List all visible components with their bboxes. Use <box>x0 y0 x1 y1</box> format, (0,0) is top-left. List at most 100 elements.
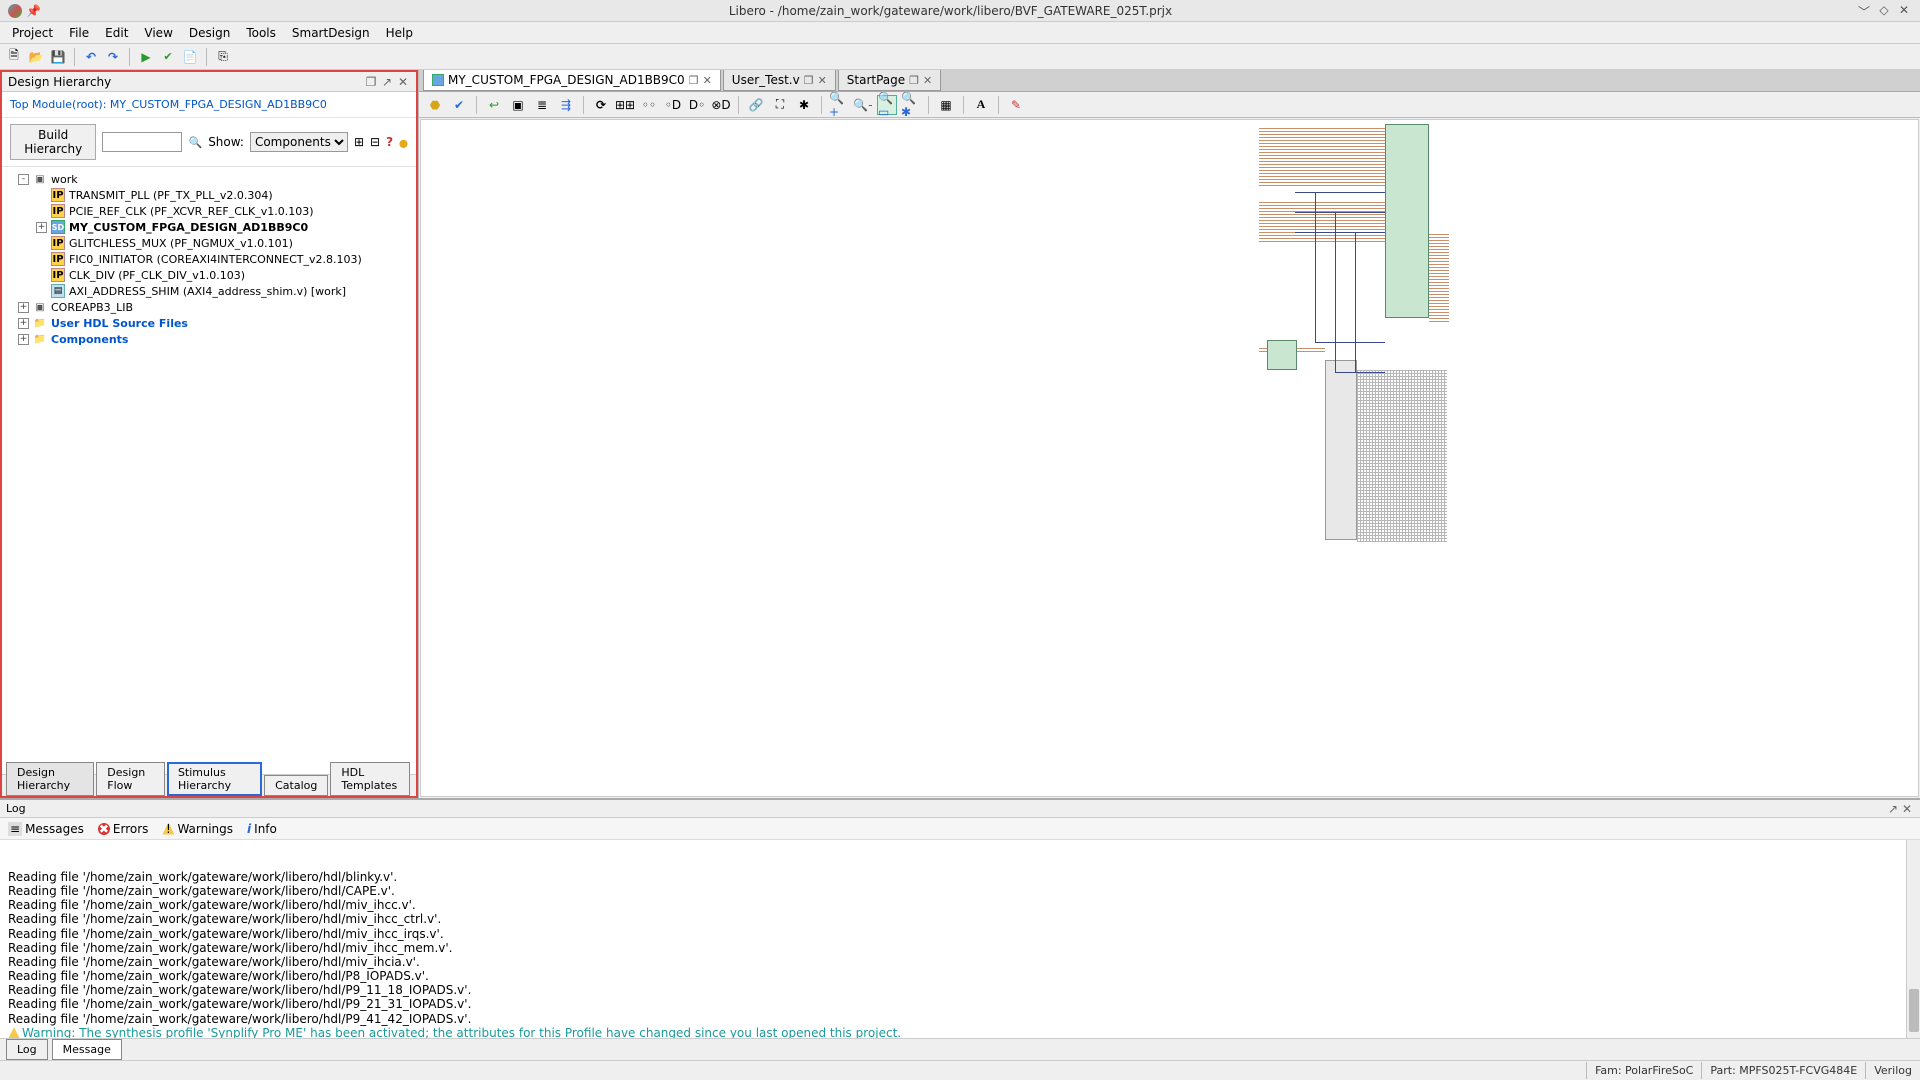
link-icon[interactable]: 🔗 <box>746 95 766 115</box>
net-icon[interactable]: ◦◦ <box>639 95 659 115</box>
filter-info[interactable]: Info <box>247 822 277 836</box>
tree-row[interactable]: -▣work <box>6 171 412 187</box>
menu-edit[interactable]: Edit <box>97 23 136 43</box>
separator <box>963 96 964 114</box>
tree-row[interactable]: IPPCIE_REF_CLK (PF_XCVR_REF_CLK_v1.0.103… <box>6 203 412 219</box>
component-icon[interactable]: ▣ <box>508 95 528 115</box>
generate-icon[interactable]: ⬣ <box>425 95 445 115</box>
redo-icon[interactable] <box>103 47 123 67</box>
menu-project[interactable]: Project <box>4 23 61 43</box>
folder-icon: 📁 <box>33 332 47 346</box>
search-icon[interactable] <box>188 135 202 149</box>
show-select[interactable]: Components <box>250 132 348 152</box>
new-icon[interactable] <box>4 47 24 67</box>
tree-toggle-icon[interactable]: + <box>18 302 29 313</box>
bus-icon[interactable]: ◦D <box>663 95 683 115</box>
menu-smartdesign[interactable]: SmartDesign <box>284 23 378 43</box>
maximize-button[interactable]: ◇ <box>1876 3 1892 19</box>
menu-view[interactable]: View <box>136 23 180 43</box>
separator <box>998 96 999 114</box>
run-icon[interactable] <box>136 47 156 67</box>
check-icon[interactable] <box>158 47 178 67</box>
refresh-icon[interactable] <box>591 95 611 115</box>
log-tab-message[interactable]: Message <box>52 1039 122 1060</box>
collapse-all-icon[interactable] <box>370 135 380 149</box>
diffport-icon[interactable]: ⊗D <box>711 95 731 115</box>
port-icon[interactable]: D◦ <box>687 95 707 115</box>
panel-restore-icon[interactable]: ❐ <box>364 75 378 89</box>
tree-row[interactable]: +SDMY_CUSTOM_FPGA_DESIGN_AD1BB9C0 <box>6 219 412 235</box>
tree-row[interactable]: ▤AXI_ADDRESS_SHIM (AXI4_address_shim.v) … <box>6 283 412 299</box>
validate-icon[interactable]: ✔ <box>449 95 469 115</box>
tree-row[interactable]: IPTRANSMIT_PLL (PF_TX_PLL_v2.0.304) <box>6 187 412 203</box>
open-icon[interactable] <box>26 47 46 67</box>
tab-catalog[interactable]: Catalog <box>264 775 328 796</box>
tree-row[interactable]: IPCLK_DIV (PF_CLK_DIV_v1.0.103) <box>6 267 412 283</box>
tree-row[interactable]: +▣COREAPB3_LIB <box>6 299 412 315</box>
tab-stimulus-hierarchy[interactable]: Stimulus Hierarchy <box>167 762 262 796</box>
panel-close-icon[interactable]: ✕ <box>396 75 410 89</box>
log-tab-log[interactable]: Log <box>6 1039 48 1060</box>
filter-icon[interactable] <box>399 135 408 149</box>
undo-icon[interactable] <box>81 47 101 67</box>
tab-close-icon[interactable]: ✕ <box>818 74 827 87</box>
hierarchy-search-input[interactable] <box>102 132 182 152</box>
text-icon[interactable] <box>971 95 991 115</box>
tree-toggle-icon[interactable]: - <box>18 174 29 185</box>
hierarchy-tree[interactable]: -▣workIPTRANSMIT_PLL (PF_TX_PLL_v2.0.304… <box>2 167 416 774</box>
menu-file[interactable]: File <box>61 23 97 43</box>
zoom-in-icon[interactable]: 🔍+ <box>829 95 849 115</box>
tree-row[interactable]: +📁Components <box>6 331 412 347</box>
filter-errors[interactable]: Errors <box>98 822 149 836</box>
ports-icon[interactable]: ⇶ <box>556 95 576 115</box>
autoconnect-icon[interactable]: ⊞⊞ <box>615 95 635 115</box>
tab-restore-icon[interactable]: ❐ <box>689 74 699 87</box>
canvas-tab-startpage[interactable]: StartPage ❐ ✕ <box>838 70 941 91</box>
tab-restore-icon[interactable]: ❐ <box>909 74 919 87</box>
zoom-region-icon[interactable]: 🔍▭ <box>877 95 897 115</box>
delete-icon[interactable]: ✎ <box>1006 95 1026 115</box>
tab-design-hierarchy[interactable]: Design Hierarchy <box>6 762 94 796</box>
zoom-fit-icon[interactable]: 🔍✱ <box>901 95 921 115</box>
tab-close-icon[interactable]: ✕ <box>703 74 712 87</box>
fit-icon[interactable] <box>770 95 790 115</box>
build-hierarchy-button[interactable]: Build Hierarchy <box>10 124 96 160</box>
collapse-icon[interactable]: ✱ <box>794 95 814 115</box>
tree-row[interactable]: IPGLITCHLESS_MUX (PF_NGMUX_v1.0.101) <box>6 235 412 251</box>
tree-toggle-icon[interactable]: + <box>18 318 29 329</box>
help-icon[interactable] <box>386 135 393 149</box>
menu-tools[interactable]: Tools <box>238 23 284 43</box>
log-scrollbar[interactable] <box>1906 840 1920 1038</box>
launch-icon[interactable] <box>213 47 233 67</box>
canvas-tab-design[interactable]: MY_CUSTOM_FPGA_DESIGN_AD1BB9C0 ❐ ✕ <box>423 70 721 91</box>
log-undock-icon[interactable]: ↗ <box>1886 802 1900 816</box>
hierarchy-icon[interactable]: ≣ <box>532 95 552 115</box>
tree-toggle-icon[interactable]: + <box>36 222 47 233</box>
minimize-button[interactable]: ﹀ <box>1856 3 1872 19</box>
tab-close-icon[interactable]: ✕ <box>923 74 932 87</box>
canvas-tab-usertest[interactable]: User_Test.v ❐ ✕ <box>723 70 836 91</box>
expand-all-icon[interactable] <box>354 135 364 149</box>
zoom-out-icon[interactable]: 🔍- <box>853 95 873 115</box>
menu-help[interactable]: Help <box>378 23 421 43</box>
filter-messages[interactable]: Messages <box>8 822 84 836</box>
tree-row[interactable]: +📁User HDL Source Files <box>6 315 412 331</box>
menu-design[interactable]: Design <box>181 23 238 43</box>
status-family: Fam: PolarFireSoC <box>1586 1062 1701 1079</box>
tab-hdl-templates[interactable]: HDL Templates <box>330 762 410 796</box>
back-icon[interactable]: ↩ <box>484 95 504 115</box>
tree-toggle-icon[interactable]: + <box>18 334 29 345</box>
tree-row[interactable]: IPFIC0_INITIATOR (COREAXI4INTERCONNECT_v… <box>6 251 412 267</box>
save-icon[interactable] <box>48 47 68 67</box>
log-close-icon[interactable]: ✕ <box>1900 802 1914 816</box>
pin-icon[interactable]: 📌 <box>26 4 41 18</box>
grid-icon[interactable] <box>936 95 956 115</box>
tab-design-flow[interactable]: Design Flow <box>96 762 165 796</box>
tab-restore-icon[interactable]: ❐ <box>804 74 814 87</box>
log-text-area[interactable]: Reading file '/home/zain_work/gateware/w… <box>0 840 1920 1038</box>
panel-undock-icon[interactable]: ↗ <box>380 75 394 89</box>
filter-warnings[interactable]: Warnings <box>162 822 233 836</box>
schematic-canvas[interactable] <box>420 119 1919 797</box>
report-icon[interactable] <box>180 47 200 67</box>
close-button[interactable]: ✕ <box>1896 3 1912 19</box>
